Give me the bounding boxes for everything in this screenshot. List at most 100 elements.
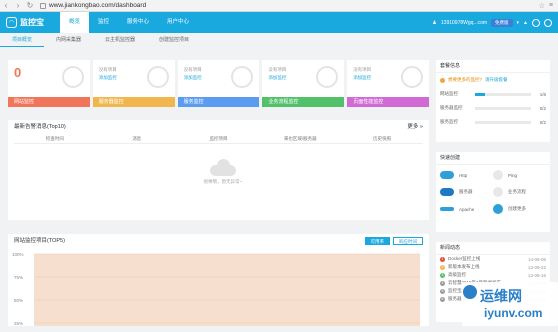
watermark-logo-icon [463, 285, 477, 299]
chevron-down-icon[interactable]: ▾ [517, 20, 520, 26]
card-server-monitor[interactable]: 没有项目 添加监控 服务器监控 [92, 60, 175, 107]
plan-info-panel: 套餐信息 想要更多的监控? 请升级套餐 网站监控 1/6 服务器监控 0/2 服务监控… [436, 60, 550, 142]
user-account[interactable]: 13910978Wgq...com [441, 20, 487, 26]
news-text: 新版本发布上线 [448, 264, 480, 269]
apache-icon [440, 207, 454, 211]
plan-info-title: 套餐信息 [436, 60, 550, 73]
settings-icon[interactable] [544, 18, 552, 27]
alerts-panel: 最新告警消息(Top10) 更多 » 检查时间 消息 监控项目 来也区域/服务器 … [8, 120, 429, 220]
news-item[interactable]: 1 Docker监控上线 14-06-06 [436, 255, 550, 263]
y-tick-label: 75% [14, 275, 23, 280]
quick-flow[interactable]: 业务流程 [493, 186, 546, 198]
service-icon [231, 66, 254, 88]
news-date: 13-09-22 [527, 264, 546, 270]
quota-row: 服务器监控 0/2 [436, 101, 550, 115]
quota-fill [475, 92, 485, 96]
chart-title: 网站监控项目(TOP5) [14, 238, 65, 244]
tab-availability[interactable]: 可用率 [364, 237, 390, 245]
flow-icon [493, 187, 503, 197]
plan-badge[interactable]: 免费版 [491, 18, 513, 27]
card-label: 网站监控 [8, 97, 90, 107]
menu-icon[interactable]: ≡ [549, 2, 553, 10]
quota-row: 服务监控 0/2 [436, 115, 550, 129]
empty-state: 很棒哦，暂无异常~ [193, 158, 253, 185]
tab-cloud-host-monitor[interactable]: 云主机监控器 [93, 33, 147, 47]
column-header: 监控项目 [209, 136, 228, 141]
quota-label: 网站监控 [440, 91, 458, 96]
quick-label: Ping [508, 172, 518, 178]
more-link[interactable]: 更多 » [407, 120, 423, 134]
card-label: 服务器监控 [92, 97, 175, 107]
ping-icon [493, 170, 503, 180]
quick-ping[interactable]: Ping [493, 169, 546, 181]
warning-icon [440, 77, 445, 83]
quick-server[interactable]: 服务器 [440, 186, 493, 198]
reload-icon[interactable]: ↻ [24, 0, 36, 12]
quick-http[interactable]: Http [440, 169, 493, 181]
quota-bar [475, 92, 531, 96]
news-number: 3 [440, 272, 445, 278]
card-label: 页面性能监控 [347, 97, 429, 107]
logo-text: 监控宝 [20, 18, 44, 27]
card-page-performance-monitor[interactable]: 没有项目 添加监控 页面性能监控 [347, 60, 429, 107]
quick-more[interactable]: 创建更多 [493, 203, 546, 215]
column-header: 消息 [132, 136, 142, 141]
card-service-monitor[interactable]: 没有项目 添加监控 服务监控 [177, 60, 260, 107]
nav-user-center[interactable]: 用户中心 [158, 12, 198, 33]
bell-icon[interactable]: ▲ [523, 20, 528, 26]
column-header: 来也区域/服务器 [283, 136, 317, 141]
news-number: 5 [440, 288, 445, 294]
tab-response-time[interactable]: 响应时间 [393, 237, 423, 245]
back-icon[interactable]: ‹ [0, 0, 12, 12]
page-icon [400, 66, 423, 88]
y-tick-label: 25% [14, 321, 23, 326]
nav-monitor[interactable]: 监控 [89, 12, 118, 33]
news-title: 新闻动态 [436, 242, 550, 255]
plus-icon [493, 204, 503, 214]
forward-icon[interactable]: › [12, 0, 24, 12]
news-item[interactable]: 2 新版本发布上线 13-09-22 [436, 263, 550, 271]
help-icon[interactable] [532, 18, 540, 27]
news-number: 2 [440, 264, 445, 270]
quota-bar [475, 106, 531, 110]
quick-apache[interactable]: Apache [440, 203, 493, 215]
quick-create-panel: 快速创建 Http Ping 服务器 业务流程 Apache 创建更多 [436, 152, 550, 232]
news-number: 4 [440, 280, 445, 286]
news-number: 1 [440, 256, 445, 262]
url-field[interactable]: www.jiankongbao.com/dashboard [36, 1, 539, 10]
quick-label: 创建更多 [508, 206, 526, 211]
server-icon [146, 66, 169, 88]
news-date: 14-06-06 [527, 256, 546, 262]
y-tick-label: 100% [12, 252, 24, 257]
card-business-flow-monitor[interactable]: 没有项目 添加监控 业务流程监控 [262, 60, 345, 107]
watermark: 运维网 iyunv.com [462, 282, 558, 326]
logo[interactable]: ◠ 监控宝 [0, 17, 60, 28]
tab-create-project[interactable]: 创建监控项目 [147, 33, 201, 47]
flow-icon [316, 66, 339, 88]
quota-bar [475, 120, 531, 124]
upgrade-link[interactable]: 请升级套餐 [485, 77, 508, 83]
news-text: Docker监控上线 [448, 256, 481, 261]
card-website-monitor[interactable]: 0 网站监控 [8, 60, 90, 107]
url-text: www.jiankongbao.com/dashboard [49, 2, 147, 9]
card-label: 业务流程监控 [262, 97, 345, 107]
news-item[interactable]: 3 高级监控 13-08-16 [436, 271, 550, 279]
nav-service-center[interactable]: 服务中心 [118, 12, 158, 33]
sub-tabs: 项目概览 内网采集器 云主机监控器 创建监控项目 [0, 33, 432, 47]
column-header: 历史快照 [373, 136, 392, 141]
y-tick-label: 50% [14, 298, 23, 303]
column-header: 检查时间 [45, 136, 64, 141]
quota-count: 1/6 [539, 91, 546, 97]
warning-text: 想要更多的监控? [448, 77, 483, 82]
website-monitor-chart-panel: 网站监控项目(TOP5) 可用率 响应时间 100% 75% 50% 25% [8, 234, 429, 326]
quick-label: Http [459, 172, 468, 178]
quota-label: 服务器监控 [440, 105, 463, 110]
globe-icon [61, 66, 84, 88]
news-text: 高级监控 [448, 272, 466, 277]
nav-overview[interactable]: 概览 [60, 12, 90, 33]
star-icon[interactable]: ☆ [539, 2, 545, 10]
tab-intranet-collector[interactable]: 内网采集器 [44, 33, 93, 47]
page-icon [40, 2, 46, 9]
tab-project-overview[interactable]: 项目概览 [0, 33, 45, 47]
quick-label: Apache [459, 206, 475, 212]
